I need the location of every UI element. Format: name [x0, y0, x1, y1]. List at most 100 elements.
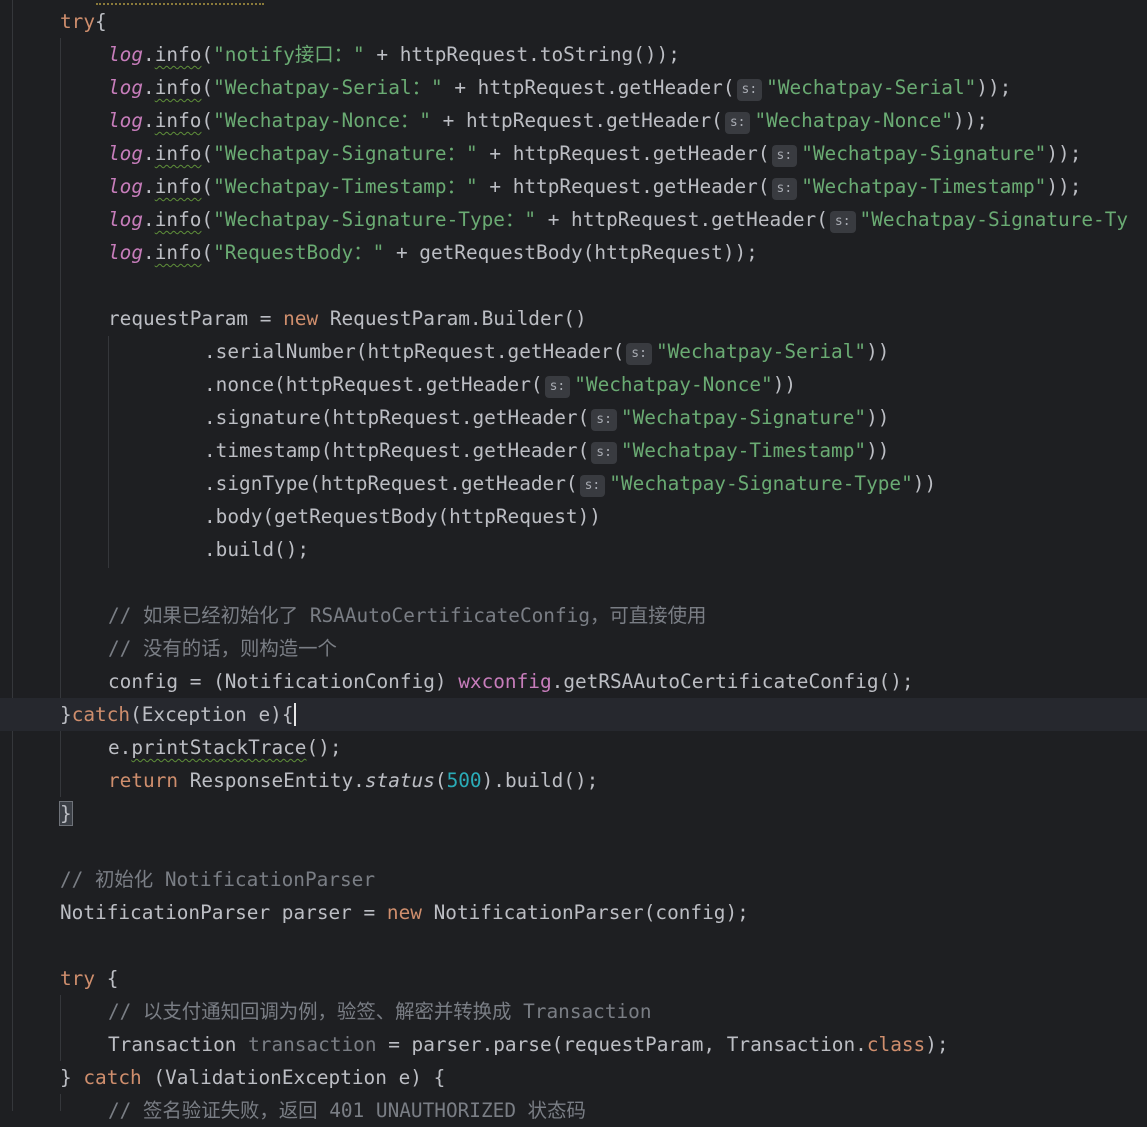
- keyword: try: [60, 967, 96, 990]
- code-text: requestParam = new RequestParam.Builder(…: [108, 302, 587, 335]
- code-text: try{: [60, 5, 107, 38]
- code-token: .: [143, 43, 155, 66]
- code-line[interactable]: // 以支付通知回调为例，验签、解密并转换成 Transaction: [0, 995, 1147, 1028]
- keyword: class: [866, 1033, 926, 1056]
- code-line[interactable]: [0, 929, 1147, 962]
- code-line[interactable]: .build();: [0, 533, 1147, 566]
- code-token: (: [201, 43, 214, 66]
- code-token: = parser.parse(requestParam, Transaction…: [376, 1033, 867, 1056]
- code-token: .getRSAAutoCertificateConfig();: [551, 670, 914, 693]
- code-text: }: [59, 797, 73, 830]
- parameter-hint: s:: [829, 211, 856, 233]
- code-line[interactable]: // 初始化 NotificationParser: [0, 863, 1147, 896]
- code-line[interactable]: }catch(Exception e){: [0, 698, 1147, 731]
- code-line[interactable]: e.printStackTrace();: [0, 731, 1147, 764]
- code-text: .timestamp(httpRequest.getHeader(s: "Wech…: [204, 434, 889, 467]
- keyword: try: [60, 10, 96, 33]
- code-token: .nonce(httpRequest.getHeader(: [204, 373, 543, 396]
- code-line[interactable]: log.info("Wechatpay-Nonce：" + httpReques…: [0, 104, 1147, 137]
- code-line[interactable]: .signature(httpRequest.getHeader(s: "Wech…: [0, 401, 1147, 434]
- code-token: }: [60, 1066, 84, 1089]
- parameter-hint: s:: [591, 442, 617, 464]
- code-token: .: [143, 208, 155, 231]
- string-literal: "Wechatpay-Signature-Type": [609, 472, 913, 495]
- code-line[interactable]: log.info("RequestBody：" + getRequestBody…: [0, 236, 1147, 269]
- code-line[interactable]: .nonce(httpRequest.getHeader(s: "Wechatpa…: [0, 368, 1147, 401]
- string-literal: "Wechatpay-Signature：": [213, 142, 478, 165]
- code-token: )): [772, 373, 797, 396]
- code-text: log.info("notify接口：" + httpRequest.toStr…: [108, 38, 680, 71]
- code-text: // 没有的话，则构造一个: [108, 632, 337, 665]
- code-line[interactable]: log.info("notify接口：" + httpRequest.toStr…: [0, 38, 1147, 71]
- code-token: {: [95, 967, 119, 990]
- code-line[interactable]: .signType(httpRequest.getHeader(s: "Wecha…: [0, 467, 1147, 500]
- code-token: transaction: [248, 1033, 377, 1056]
- keyword: return: [108, 769, 179, 792]
- code-editor[interactable]: try{log.info("notify接口：" + httpRequest.t…: [0, 0, 1147, 1122]
- code-token: Transaction: [108, 1033, 249, 1056]
- string-literal: "RequestBody：": [213, 241, 385, 264]
- code-text: } catch (ValidationException e) {: [60, 1061, 445, 1094]
- code-line[interactable]: Transaction transaction = parser.parse(r…: [0, 1028, 1147, 1061]
- code-line[interactable]: NotificationParser parser = new Notifica…: [0, 896, 1147, 929]
- code-token: + httpRequest.getHeader(: [430, 109, 723, 132]
- string-literal: "Wechatpay-Signature-Ty: [859, 208, 1129, 231]
- code-text: // 初始化 NotificationParser: [60, 863, 375, 896]
- keyword: catch: [83, 1066, 142, 1089]
- code-token: )): [866, 439, 890, 462]
- code-text: config = (NotificationConfig) wxconfig.g…: [108, 665, 914, 698]
- string-literal: "Wechatpay-Nonce": [754, 109, 953, 132]
- keyword: new: [283, 307, 319, 330]
- parameter-hint: s:: [771, 145, 798, 167]
- code-token: log: [108, 142, 144, 165]
- code-token: .serialNumber(httpRequest.getHeader(: [204, 340, 625, 363]
- code-text: // 以支付通知回调为例，验签、解密并转换成 Transaction: [108, 995, 652, 1028]
- code-token: config = (NotificationConfig): [108, 670, 459, 693]
- text-cursor-brace: {: [281, 703, 296, 726]
- number-literal: 500: [446, 769, 482, 792]
- string-literal: "Wechatpay-Timestamp：": [213, 175, 478, 198]
- code-token: (ValidationException e) {: [141, 1066, 446, 1089]
- string-literal: "Wechatpay-Signature": [801, 142, 1047, 165]
- code-token: )): [912, 472, 937, 495]
- code-token: e.: [108, 736, 132, 759]
- code-token: ));: [1046, 142, 1082, 165]
- code-token: info: [154, 241, 202, 264]
- code-text: log.info("Wechatpay-Timestamp：" + httpRe…: [108, 170, 1081, 203]
- code-token: NotificationParser(config);: [421, 901, 749, 924]
- comment: // 没有的话，则构造一个: [108, 637, 337, 660]
- code-line[interactable]: .body(getRequestBody(httpRequest)): [0, 500, 1147, 533]
- code-line[interactable]: return ResponseEntity.status(500).build(…: [0, 764, 1147, 797]
- code-token: .: [143, 175, 155, 198]
- code-text: .build();: [204, 533, 309, 566]
- code-token: .: [143, 109, 155, 132]
- code-text: return ResponseEntity.status(500).build(…: [108, 764, 598, 797]
- code-line[interactable]: [0, 830, 1147, 863]
- code-line[interactable]: .serialNumber(httpRequest.getHeader(s: "W…: [0, 335, 1147, 368]
- code-line[interactable]: }: [0, 797, 1147, 830]
- code-line[interactable]: // 没有的话，则构造一个: [0, 632, 1147, 665]
- code-line[interactable]: log.info("Wechatpay-Serial：" + httpReque…: [0, 71, 1147, 104]
- code-token: .body(getRequestBody(httpRequest)): [204, 505, 601, 528]
- code-token: info: [154, 175, 202, 198]
- code-line[interactable]: // 如果已经初始化了 RSAAutoCertificateConfig，可直接…: [0, 599, 1147, 632]
- code-token: ).build();: [481, 769, 599, 792]
- code-line[interactable]: try {: [0, 962, 1147, 995]
- code-line[interactable]: [0, 566, 1147, 599]
- code-token: ResponseEntity.: [178, 769, 365, 792]
- code-line[interactable]: log.info("Wechatpay-Signature：" + httpRe…: [0, 137, 1147, 170]
- code-line[interactable]: } catch (ValidationException e) {: [0, 1061, 1147, 1094]
- code-text: log.info("Wechatpay-Signature-Type：" + h…: [108, 203, 1128, 236]
- code-line[interactable]: log.info("Wechatpay-Timestamp：" + httpRe…: [0, 170, 1147, 203]
- code-token: (: [201, 76, 214, 99]
- code-line[interactable]: config = (NotificationConfig) wxconfig.g…: [0, 665, 1147, 698]
- code-text: e.printStackTrace();: [108, 731, 342, 764]
- code-line[interactable]: .timestamp(httpRequest.getHeader(s: "Wech…: [0, 434, 1147, 467]
- code-token: (: [434, 769, 447, 792]
- string-literal: "Wechatpay-Signature-Type：": [213, 208, 537, 231]
- code-line[interactable]: [0, 269, 1147, 302]
- code-line[interactable]: try{: [0, 5, 1147, 38]
- code-line[interactable]: log.info("Wechatpay-Signature-Type：" + h…: [0, 203, 1147, 236]
- code-line[interactable]: requestParam = new RequestParam.Builder(…: [0, 302, 1147, 335]
- parameter-hint: s:: [626, 343, 652, 365]
